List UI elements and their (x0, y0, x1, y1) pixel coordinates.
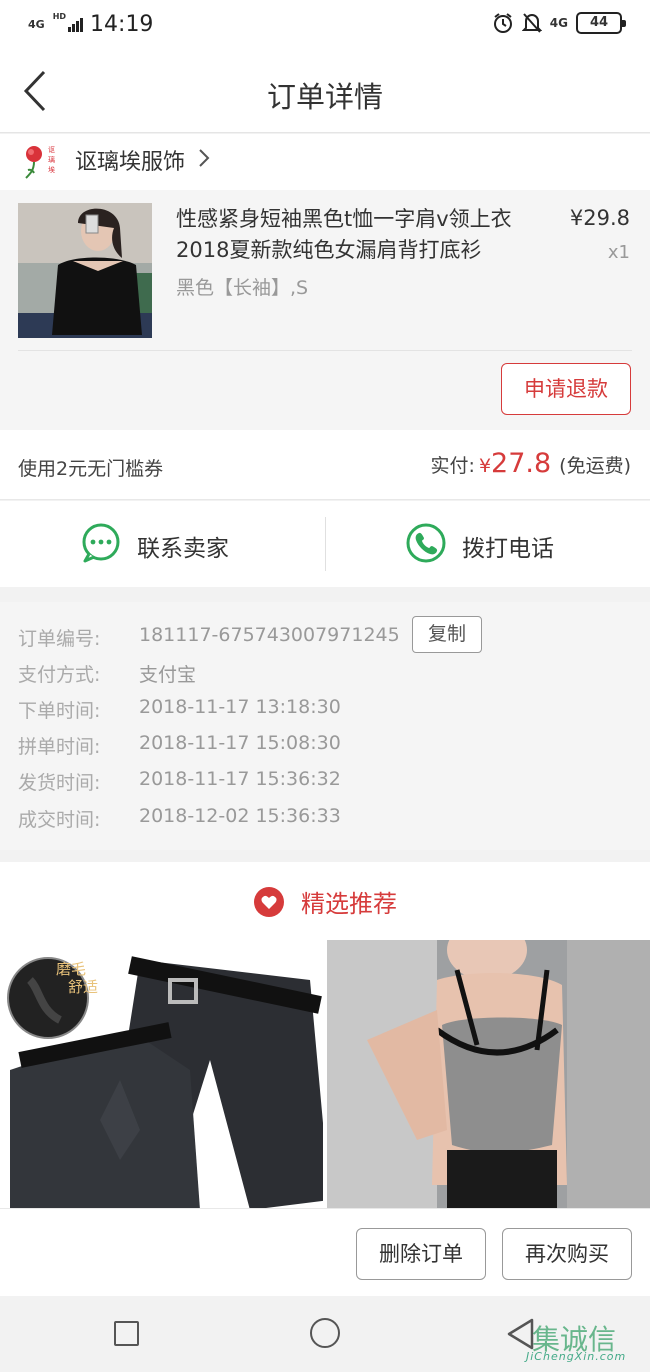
battery-icon: 44 (576, 12, 626, 34)
product-spec: 黑色【长袖】,S (176, 277, 309, 299)
deal-time-label: 成交时间: (18, 809, 101, 831)
chat-bubble-icon (82, 523, 120, 563)
group-time-value: 2018-11-17 15:08:30 (139, 732, 341, 754)
recommend-title: 精选推荐 (301, 890, 397, 918)
contact-seller-label: 联系卖家 (137, 536, 229, 562)
product-image[interactable] (18, 203, 152, 338)
clock: 14:19 (90, 12, 154, 37)
contact-seller-button[interactable]: 联系卖家 (0, 501, 325, 587)
phone-icon (406, 523, 446, 563)
group-time-label: 拼单时间: (18, 736, 101, 758)
order-time-row: 下单时间: 2018-11-17 13:18:30 (18, 696, 341, 723)
payment-method-label: 支付方式: (18, 664, 101, 686)
status-bar: 4G HD 14:19 4G 44 (0, 0, 650, 52)
home-button[interactable] (310, 1318, 340, 1348)
payment-method-row: 支付方式: 支付宝 (18, 660, 196, 687)
watermark: 集诚信 JiChengXin.com (526, 1318, 644, 1370)
product-name: 性感紧身短袖黑色t恤一字肩v领上衣2018夏新款纯色女漏肩背打底衫 (176, 207, 512, 262)
svg-text:璃: 璃 (48, 155, 55, 164)
order-number-value: 181117-675743007971245 (139, 624, 400, 646)
badge-line2: 舒适 (68, 978, 99, 996)
divider (18, 350, 632, 351)
recommend-item-camisole[interactable] (327, 940, 650, 1208)
mute-bell-icon (521, 13, 542, 33)
contact-actions: 联系卖家 拨打电话 (0, 501, 650, 587)
order-time-value: 2018-11-17 13:18:30 (139, 696, 341, 718)
call-label: 拨打电话 (462, 536, 554, 562)
order-time-label: 下单时间: (18, 700, 101, 722)
deal-time-value: 2018-12-02 15:36:33 (139, 805, 341, 827)
payment-method-value: 支付宝 (139, 664, 197, 686)
watermark-text: JiChengXin.com (526, 1350, 627, 1363)
network-indicator: 4G (28, 17, 49, 31)
recommend-item-jeans[interactable]: 磨毛 舒适 (0, 940, 323, 1208)
paid-label: 实付: (430, 455, 475, 477)
paid-amount: 实付: ¥ 27.8 (免运费) (431, 448, 631, 479)
order-info: 订单编号: 181117-675743007971245 复制 支付方式: 支付… (0, 602, 650, 850)
ship-time-label: 发货时间: (18, 772, 101, 794)
deal-time-row: 成交时间: 2018-12-02 15:36:33 (18, 805, 341, 832)
network-hd: HD (52, 12, 67, 21)
header: 订单详情 (0, 52, 650, 133)
shop-name: 讴璃埃服饰 (75, 150, 186, 175)
shop-row[interactable]: 讴 璃 埃 讴璃埃服饰 (0, 134, 650, 190)
coupon-text: 使用2元无门槛券 (18, 458, 164, 480)
rebuy-button[interactable]: 再次购买 (502, 1228, 632, 1280)
recent-apps-button[interactable] (114, 1321, 139, 1346)
refund-button[interactable]: 申请退款 (501, 363, 631, 415)
product-price: ¥29.8 (569, 206, 630, 230)
recommend-header: 精选推荐 (0, 884, 650, 919)
copy-button[interactable]: 复制 (412, 616, 482, 653)
status-right: 4G 44 (492, 12, 626, 34)
network-right: 4G (549, 16, 568, 30)
group-time-row: 拼单时间: 2018-11-17 15:08:30 (18, 732, 341, 759)
network-type: 4G (28, 17, 45, 31)
product-card[interactable]: 性感紧身短袖黑色t恤一字肩v领上衣2018夏新款纯色女漏肩背打底衫 黑色【长袖】… (0, 190, 650, 430)
order-number-label: 订单编号: (18, 628, 101, 650)
recommend-section: 精选推荐 磨毛 舒适 (0, 862, 650, 1208)
call-button[interactable]: 拨打电话 (325, 501, 650, 587)
chevron-right-icon (199, 149, 210, 167)
delete-order-button[interactable]: 删除订单 (356, 1228, 486, 1280)
bottom-bar: 删除订单 再次购买 (0, 1208, 650, 1296)
svg-text:讴: 讴 (48, 146, 55, 154)
payment-row: 使用2元无门槛券 实付: ¥ 27.8 (免运费) (0, 430, 650, 500)
currency-symbol: ¥ (478, 455, 492, 477)
shop-logo: 讴 璃 埃 (25, 146, 55, 179)
ship-time-row: 发货时间: 2018-11-17 15:36:32 (18, 768, 341, 795)
ship-time-value: 2018-11-17 15:36:32 (139, 768, 341, 790)
battery-level: 44 (589, 15, 609, 30)
order-number-row: 订单编号: 181117-675743007971245 (18, 624, 400, 651)
svg-text:埃: 埃 (48, 165, 55, 174)
alarm-icon (493, 13, 512, 33)
shipping-note: (免运费) (559, 455, 631, 477)
heart-icon (254, 886, 284, 917)
product-quantity: x1 (607, 242, 630, 263)
signal-icon (68, 17, 84, 32)
status-left: 4G HD 14:19 (28, 12, 153, 37)
amount-value: 27.8 (491, 448, 552, 479)
page-title: 订单详情 (266, 80, 383, 114)
